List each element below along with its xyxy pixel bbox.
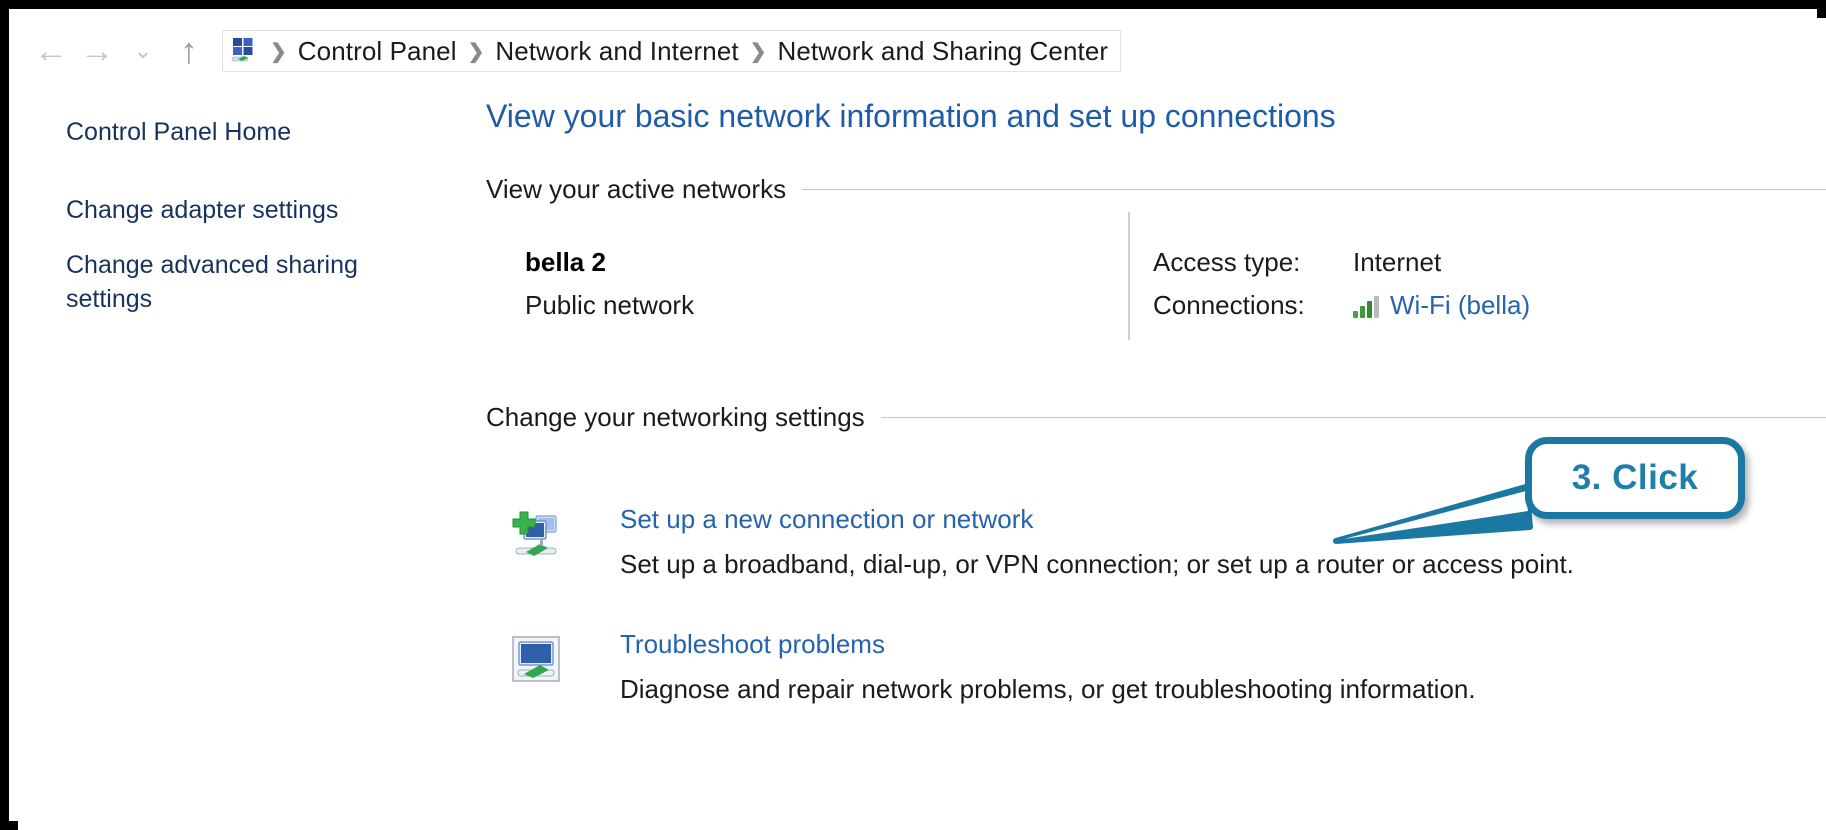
up-icon[interactable]: ↑ <box>166 28 212 74</box>
control-panel-icon <box>229 36 259 66</box>
section-rule <box>880 417 1826 418</box>
control-panel-page: ← → ⌄ ↑ ❯ Control Panel ❯ Network and In… <box>18 18 1826 830</box>
link-setup-new-connection[interactable]: Set up a new connection or network <box>620 504 1033 535</box>
connections-link-wifi[interactable]: Wi-Fi (bella) <box>1390 290 1530 321</box>
page-title: View your basic network information and … <box>486 98 1336 134</box>
sidebar-item-control-panel-home[interactable]: Control Panel Home <box>66 116 446 150</box>
access-type-label: Access type: <box>1153 247 1301 277</box>
detail-row-connections: Connections: Wi-Fi (bella) <box>1153 290 1530 321</box>
section-header-active-networks: View your active networks <box>486 174 1826 205</box>
breadcrumb-item-network-and-internet[interactable]: Network and Internet <box>491 36 742 67</box>
section-rule <box>802 189 1826 190</box>
chevron-down-glyph: ⌄ <box>133 38 153 63</box>
callout-tail <box>1333 484 1533 544</box>
section-header-label: View your active networks <box>486 174 787 204</box>
breadcrumb-item-control-panel[interactable]: Control Panel <box>294 36 461 67</box>
callout-bubble: 3. Click <box>1525 437 1745 519</box>
description-setup-new-connection: Set up a broadband, dial-up, or VPN conn… <box>620 549 1574 579</box>
connections-label: Connections: <box>1153 290 1305 320</box>
recent-locations-icon[interactable]: ⌄ <box>120 28 166 74</box>
back-icon[interactable]: ← <box>28 28 74 74</box>
annotation-callout: 3. Click <box>1333 437 1745 544</box>
breadcrumb-separator-0: ❯ <box>270 40 287 63</box>
forward-icon[interactable]: → <box>74 28 120 74</box>
description-troubleshoot-problems: Diagnose and repair network problems, or… <box>620 674 1476 704</box>
active-network-type: Public network <box>525 290 695 320</box>
main-content: View your basic network information and … <box>473 84 1826 830</box>
address-bar: ← → ⌄ ↑ ❯ Control Panel ❯ Network and In… <box>18 18 1826 84</box>
sidebar-item-change-advanced-sharing-settings[interactable]: Change advanced sharing settings <box>66 249 446 317</box>
window-frame: ← → ⌄ ↑ ❯ Control Panel ❯ Network and In… <box>0 0 1826 830</box>
detail-row-access-type: Access type: Internet <box>1153 247 1441 278</box>
section-header-label: Change your networking settings <box>486 402 865 432</box>
troubleshoot-icon <box>510 633 566 689</box>
new-connection-icon <box>510 508 566 564</box>
callout-label: 3. Click <box>1571 458 1699 497</box>
active-network-name: bella 2 <box>525 247 606 277</box>
sidebar: Control Panel Home Change adapter settin… <box>18 84 473 830</box>
breadcrumb-separator-1: ❯ <box>467 40 485 63</box>
breadcrumb-item-network-and-sharing-center[interactable]: Network and Sharing Center <box>774 36 1113 67</box>
link-troubleshoot-problems[interactable]: Troubleshoot problems <box>620 629 885 660</box>
access-type-value: Internet <box>1353 247 1442 277</box>
breadcrumb-separator-2: ❯ <box>749 40 767 63</box>
back-glyph: ← <box>34 32 68 70</box>
breadcrumb[interactable]: ❯ Control Panel ❯ Network and Internet ❯… <box>222 30 1122 72</box>
vertical-divider <box>1128 212 1130 340</box>
wifi-signal-icon <box>1353 294 1381 318</box>
sidebar-item-change-adapter-settings[interactable]: Change adapter settings <box>66 194 446 228</box>
forward-glyph: → <box>80 32 114 70</box>
section-header-networking-settings: Change your networking settings <box>486 402 1826 433</box>
up-arrow-glyph: ↑ <box>180 30 198 71</box>
